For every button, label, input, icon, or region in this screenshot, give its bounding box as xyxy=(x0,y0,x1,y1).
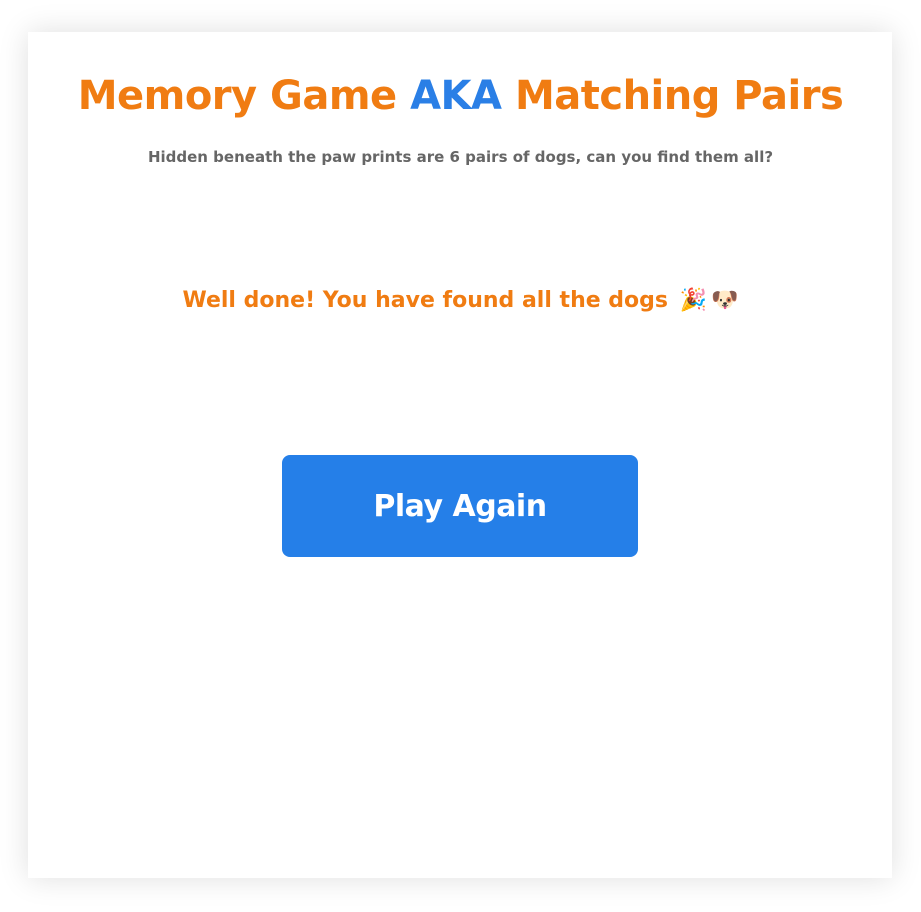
page-title: Memory Game AKA Matching Pairs xyxy=(0,68,921,124)
game-instructions: Hidden beneath the paw prints are 6 pair… xyxy=(147,148,774,166)
win-message: Well done! You have found all the dogs 🎉… xyxy=(0,284,921,318)
win-message-text: Well done! You have found all the dogs xyxy=(182,288,669,313)
play-again-button[interactable]: Play Again xyxy=(282,455,638,557)
dog-face-icon: 🐶 xyxy=(711,288,739,313)
title-part-1: Memory Game xyxy=(77,73,411,119)
title-part-2: Matching Pairs xyxy=(501,73,844,119)
title-aka: AKA xyxy=(410,73,502,119)
party-popper-icon: 🎉 xyxy=(679,288,708,313)
